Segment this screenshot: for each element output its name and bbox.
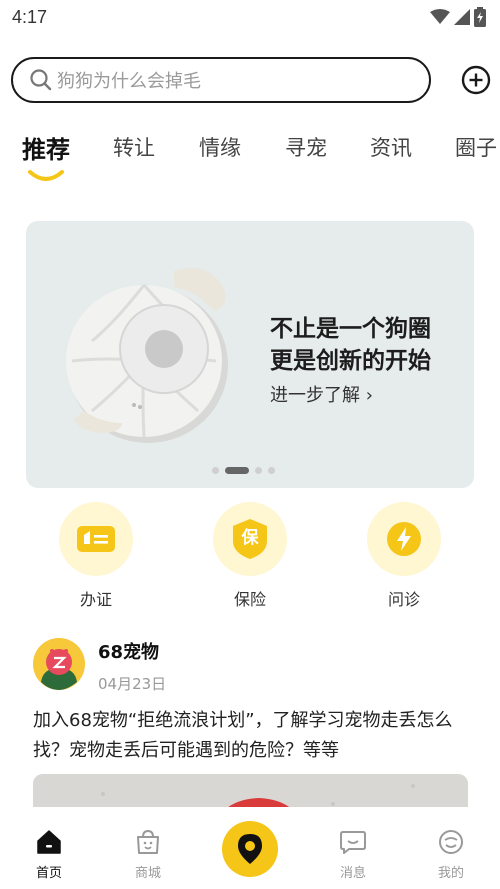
banner-headline-2: 更是创新的开始 — [270, 348, 431, 374]
tab-recommend[interactable]: 推荐 — [22, 132, 70, 165]
status-bar: 4:17 — [0, 0, 500, 34]
quick-action-consult-circle — [367, 502, 441, 576]
search-placeholder: 狗狗为什么会掉毛 — [57, 71, 201, 92]
category-tabs: 推荐 转让 情缘 寻宠 资讯 圈子 — [0, 132, 500, 172]
pagination-dot[interactable] — [212, 467, 219, 474]
location-pin-icon — [238, 834, 262, 864]
signal-icon — [454, 9, 470, 25]
nav-label: 我的 — [437, 866, 464, 881]
post-text[interactable]: 加入68宠物“拒绝流浪计划”，了解学习宠物走丢怎么找？宠物走丢后可能遇到的危险？… — [33, 706, 473, 766]
post-date: 04月23日 — [98, 675, 167, 693]
search-input[interactable]: 狗狗为什么会掉毛 — [11, 57, 431, 103]
tab-transfer[interactable]: 转让 — [113, 132, 155, 162]
home-icon — [37, 830, 61, 854]
promo-banner[interactable]: 不止是一个狗圈 更是创新的开始 进一步了解 › — [26, 221, 474, 488]
banner-learn-more-link[interactable]: 进一步了解 › — [270, 381, 373, 407]
post-header[interactable]: 68宠物 04月23日 — [33, 638, 473, 693]
post-author[interactable]: 68宠物 — [98, 638, 159, 664]
quick-action-license[interactable]: 办证 — [59, 502, 133, 610]
quick-action-label: 保险 — [233, 590, 266, 609]
nav-messages[interactable]: 消息 — [323, 829, 383, 881]
quick-action-consult[interactable]: 问诊 — [367, 502, 441, 610]
profile-face-icon — [439, 830, 463, 854]
quick-action-license-circle — [59, 502, 133, 576]
brand-avatar-icon — [33, 638, 85, 690]
banner-pagination — [212, 467, 275, 474]
status-icons — [430, 7, 486, 27]
bottom-nav: 首页 商城 消息 我的 — [0, 807, 500, 889]
quick-action-label: 办证 — [79, 590, 112, 609]
battery-icon — [474, 7, 486, 27]
pet-collar-device-image — [66, 268, 228, 443]
quick-action-label: 问诊 — [387, 590, 420, 609]
nav-shop[interactable]: 商城 — [118, 829, 178, 881]
id-card-icon — [77, 526, 115, 552]
search-row: 狗狗为什么会掉毛 — [11, 57, 491, 103]
tab-find-pet[interactable]: 寻宠 — [285, 132, 327, 162]
add-plus-icon[interactable] — [461, 65, 491, 95]
avatar[interactable] — [33, 638, 85, 690]
wifi-icon — [430, 9, 450, 24]
pagination-dot-active[interactable] — [225, 467, 249, 474]
nav-location-button[interactable] — [222, 821, 278, 877]
tab-news[interactable]: 资讯 — [370, 132, 412, 162]
search-icon — [30, 69, 52, 91]
status-time: 4:17 — [12, 6, 48, 27]
tab-circle[interactable]: 圈子 — [455, 132, 497, 162]
tab-romance[interactable]: 情缘 — [199, 132, 241, 162]
quick-action-insurance[interactable]: 保 保险 — [213, 502, 287, 610]
nav-label: 商城 — [134, 866, 161, 881]
banner-headline-1: 不止是一个狗圈 — [270, 316, 431, 342]
shop-bag-icon — [137, 829, 159, 854]
nav-label: 消息 — [339, 866, 366, 881]
insurance-shield-glyph: 保 — [241, 528, 259, 548]
active-tab-indicator — [28, 170, 64, 181]
message-icon — [340, 831, 366, 854]
pagination-dot[interactable] — [255, 467, 262, 474]
nav-profile[interactable]: 我的 — [421, 829, 481, 881]
nav-home[interactable]: 首页 — [19, 829, 79, 881]
nav-label: 首页 — [35, 866, 62, 881]
lightning-consult-icon — [387, 522, 421, 556]
pagination-dot[interactable] — [268, 467, 275, 474]
quick-action-insurance-circle: 保 — [213, 502, 287, 576]
